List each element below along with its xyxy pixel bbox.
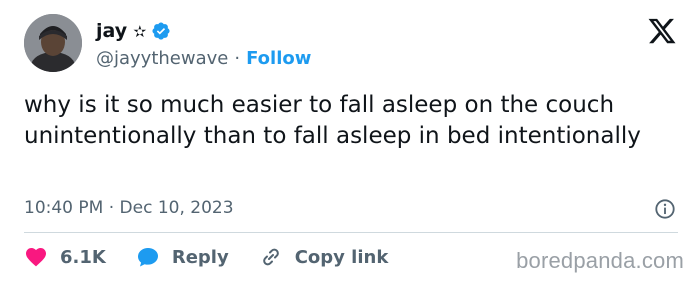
copy-link-button[interactable]: Copy link [259,245,389,269]
action-bar: 6.1K Reply Copy link [24,245,418,269]
tweet-timestamp[interactable]: 10:40 PM · Dec 10, 2023 [24,198,234,218]
tweet-text: why is it so much easier to fall asleep … [24,92,641,149]
info-icon[interactable] [654,198,676,220]
author-name-row: jay ✫ [96,20,171,42]
handle-row: @jayythewave · Follow [96,48,311,69]
star-icon: ✫ [133,21,147,41]
verified-icon [152,22,170,40]
avatar-image [24,14,82,72]
like-count: 6.1K [60,246,106,268]
copy-link-label: Copy link [294,246,389,268]
handle[interactable]: @jayythewave [96,48,228,69]
watermark: boredpanda.com [516,248,684,273]
heart-icon [26,248,46,267]
divider [24,232,678,233]
reply-button[interactable]: Reply [136,245,229,269]
separator-dot: · [234,48,241,69]
link-icon [262,248,279,266]
x-logo-icon[interactable] [646,16,678,46]
like-button[interactable]: 6.1K [24,245,106,269]
reply-label: Reply [171,246,229,268]
follow-button[interactable]: Follow [246,48,311,69]
display-name[interactable]: jay [96,20,127,42]
avatar[interactable] [24,14,82,72]
reply-icon [137,248,158,267]
